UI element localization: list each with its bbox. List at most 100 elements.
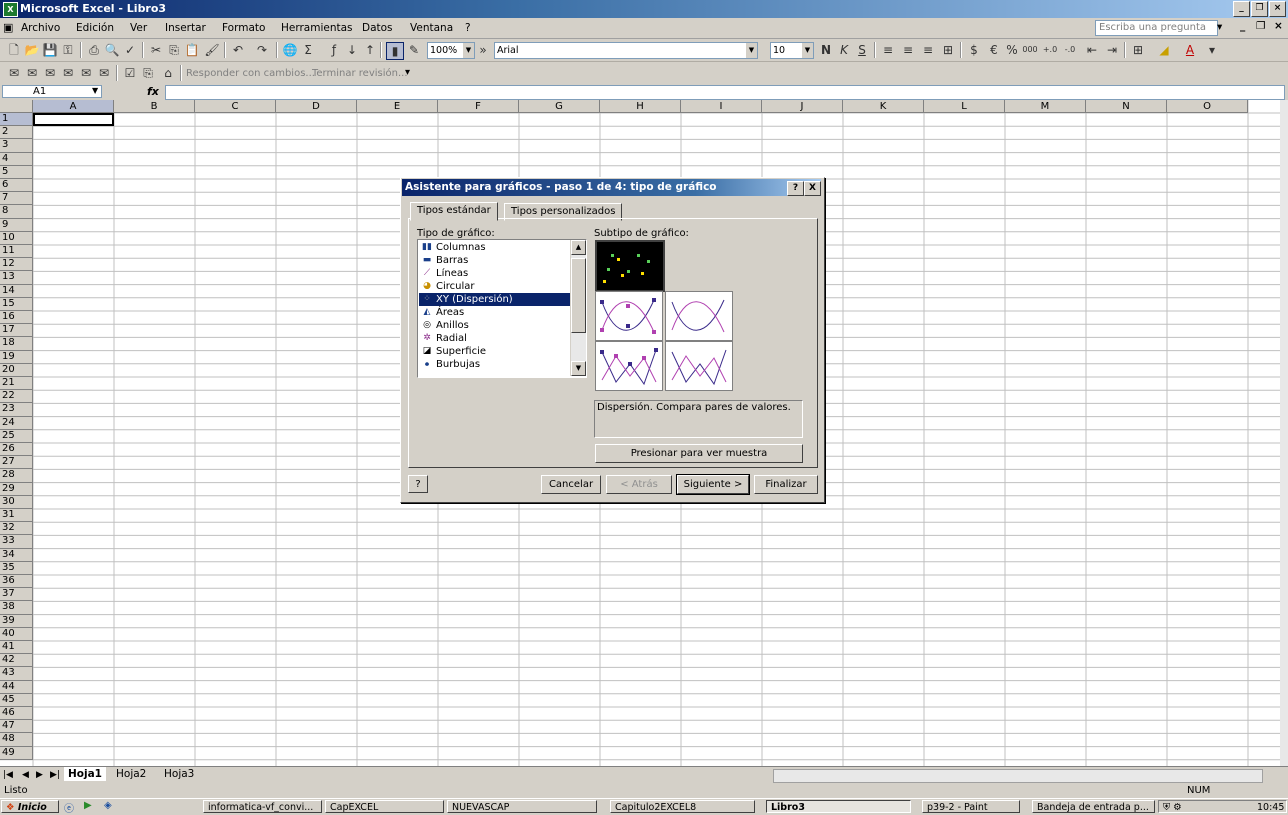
sheet-tab-hoja3[interactable]: Hoja3 xyxy=(160,767,198,781)
row-header[interactable]: 42 xyxy=(0,654,33,668)
row-header[interactable]: 24 xyxy=(0,416,33,430)
chart-type-superficie[interactable]: ◪ Superficie xyxy=(419,345,571,358)
row-header[interactable]: 25 xyxy=(0,429,33,443)
review-icon-5[interactable]: ✉ xyxy=(78,65,94,81)
chart-type-areas[interactable]: ◭ Áreas xyxy=(419,306,571,319)
column-header[interactable]: H xyxy=(600,100,681,113)
row-header[interactable]: 48 xyxy=(0,733,33,747)
first-sheet-icon[interactable]: |◀ xyxy=(3,770,13,780)
chart-type-columnas[interactable]: ▮▮ Columnas xyxy=(419,241,571,254)
vertical-scrollbar[interactable] xyxy=(1280,100,1288,766)
next-button[interactable]: Siguiente > xyxy=(676,474,750,495)
task-capitulo2excel8[interactable]: Capitulo2EXCEL8 xyxy=(610,800,755,813)
menu-insertar[interactable]: Insertar xyxy=(165,22,206,34)
cancel-button[interactable]: Cancelar xyxy=(541,475,601,494)
menu-archivo[interactable]: Archivo xyxy=(21,22,60,34)
borders-icon[interactable]: ⊞ xyxy=(1130,42,1146,58)
decrease-decimal-icon[interactable]: -.0 xyxy=(1062,42,1078,58)
font-combo[interactable]: Arial ▼ xyxy=(494,42,758,59)
row-header[interactable]: 36 xyxy=(0,575,33,589)
chart-type-burbujas[interactable]: ⦁ Burbujas xyxy=(419,358,571,371)
increase-indent-icon[interactable]: ⇥ xyxy=(1104,42,1120,58)
fill-color-icon[interactable]: ◢ xyxy=(1156,42,1172,58)
review-icon-7[interactable]: ☑ xyxy=(122,65,138,81)
column-header[interactable]: O xyxy=(1167,100,1248,113)
save-icon[interactable]: 💾 xyxy=(42,42,58,58)
print-icon[interactable]: ⎙ xyxy=(86,42,102,58)
chart-type-list[interactable]: ▮▮ Columnas ▬ Barras ⟋ Líneas ◕ Circular ⁘ XY… xyxy=(417,239,587,378)
last-sheet-icon[interactable]: ▶| xyxy=(50,770,60,780)
subtype-straight-lines-markers[interactable] xyxy=(595,341,663,391)
row-header[interactable]: 15 xyxy=(0,297,33,311)
row-header[interactable]: 27 xyxy=(0,456,33,470)
review-icon-8[interactable]: ⎘ xyxy=(140,65,156,81)
row-header[interactable]: 37 xyxy=(0,588,33,602)
column-header[interactable]: I xyxy=(681,100,762,113)
column-header[interactable]: E xyxy=(357,100,438,113)
prev-sheet-icon[interactable]: ◀ xyxy=(22,770,29,780)
row-header[interactable]: 3 xyxy=(0,139,33,153)
review-icon-4[interactable]: ✉ xyxy=(60,65,76,81)
permission-icon[interactable]: ⚿ xyxy=(60,42,76,58)
column-header[interactable]: N xyxy=(1086,100,1167,113)
autosum-icon[interactable]: Σ xyxy=(300,42,316,58)
task-informatica[interactable]: informatica-vf_convi... xyxy=(203,800,322,813)
row-header[interactable]: 17 xyxy=(0,324,33,338)
row-header[interactable]: 8 xyxy=(0,205,33,219)
scroll-down-icon[interactable]: ▼ xyxy=(571,361,586,376)
menu-help[interactable]: ? xyxy=(465,22,471,34)
redo-icon[interactable]: ↷ xyxy=(254,42,270,58)
row-header[interactable]: 13 xyxy=(0,271,33,285)
row-header[interactable]: 38 xyxy=(0,601,33,615)
function-icon[interactable]: ƒ xyxy=(326,42,342,58)
percent-icon[interactable]: % xyxy=(1004,42,1020,58)
active-cell-a1[interactable] xyxy=(33,113,114,126)
review-icon-9[interactable]: ⌂ xyxy=(160,65,176,81)
insert-function-icon[interactable]: fx xyxy=(147,85,159,98)
minimize-button[interactable]: _ xyxy=(1233,1,1250,17)
row-header[interactable]: 33 xyxy=(0,535,33,549)
format-painter-icon[interactable]: 🖌 xyxy=(204,42,220,58)
euro-icon[interactable]: € xyxy=(986,42,1002,58)
toolbar-options-icon[interactable]: » xyxy=(475,42,491,58)
menu-edicion[interactable]: Edición xyxy=(76,22,114,34)
tray-icons[interactable]: ⛨ ⚙ xyxy=(1163,802,1182,812)
row-header[interactable]: 10 xyxy=(0,231,33,245)
select-all-corner[interactable] xyxy=(0,100,33,113)
document-icon[interactable]: ▣ xyxy=(3,21,13,34)
sheet-tab-hoja2[interactable]: Hoja2 xyxy=(112,767,150,781)
italic-icon[interactable]: K xyxy=(836,42,852,58)
align-center-icon[interactable]: ≡ xyxy=(900,42,916,58)
doc-close-icon[interactable]: × xyxy=(1274,20,1283,32)
decrease-indent-icon[interactable]: ⇤ xyxy=(1084,42,1100,58)
new-icon[interactable]: 🗋 xyxy=(6,42,22,58)
office-assistant-button[interactable]: ? xyxy=(408,475,428,493)
restore-button[interactable]: ❐ xyxy=(1251,1,1268,17)
row-header[interactable]: 28 xyxy=(0,469,33,483)
close-button[interactable]: × xyxy=(1269,1,1286,17)
chart-type-xy-dispersion[interactable]: ⁘ XY (Dispersión) xyxy=(419,293,571,306)
row-header[interactable]: 41 xyxy=(0,641,33,655)
row-header[interactable]: 18 xyxy=(0,337,33,351)
row-header[interactable]: 6 xyxy=(0,179,33,193)
row-header[interactable]: 2 xyxy=(0,126,33,140)
row-header[interactable]: 16 xyxy=(0,311,33,325)
tab-tipos-estandar[interactable]: Tipos estándar xyxy=(410,202,498,221)
task-capexcel[interactable]: CapEXCEL xyxy=(325,800,444,813)
row-header[interactable]: 49 xyxy=(0,746,33,760)
sheet-tab-hoja1[interactable]: Hoja1 xyxy=(64,767,106,781)
row-header[interactable]: 7 xyxy=(0,192,33,206)
open-icon[interactable]: 📂 xyxy=(24,42,40,58)
subtype-straight-lines[interactable] xyxy=(665,341,733,391)
row-header[interactable]: 40 xyxy=(0,627,33,641)
subtype-smooth-lines[interactable] xyxy=(665,291,733,341)
start-button[interactable]: ❖ Inicio xyxy=(1,800,59,813)
review-icon-2[interactable]: ✉ xyxy=(24,65,40,81)
menu-herramientas[interactable]: Herramientas xyxy=(281,22,353,34)
row-header[interactable]: 9 xyxy=(0,218,33,232)
row-header[interactable]: 26 xyxy=(0,443,33,457)
paste-icon[interactable]: 📋 xyxy=(184,42,200,58)
row-header[interactable]: 11 xyxy=(0,245,33,259)
subtype-scatter-markers[interactable] xyxy=(595,240,665,292)
row-header[interactable]: 19 xyxy=(0,350,33,364)
